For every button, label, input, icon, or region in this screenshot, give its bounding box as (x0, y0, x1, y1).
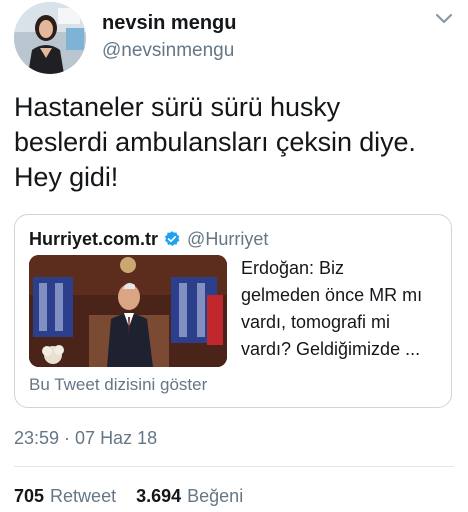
verified-badge-icon (164, 231, 180, 246)
divider (14, 466, 454, 467)
tweet-header: nevsin mengu @nevsinmengu (14, 0, 454, 80)
likes-count: 3.694 (136, 486, 182, 506)
quoted-text-line: Erdoğan: Biz (241, 258, 345, 278)
author-handle[interactable]: @nevsinmengu (102, 40, 234, 62)
avatar[interactable] (14, 2, 86, 74)
retweets-stat[interactable]: 705 Retweet (14, 486, 116, 507)
retweets-count: 705 (14, 486, 45, 506)
tweet-line: beslerdi ambulansları çeksin diye. (14, 127, 416, 157)
retweets-label: Retweet (50, 486, 117, 506)
tweet-text: Hastaneler sürü sürü husky beslerdi ambu… (14, 90, 454, 195)
quoted-text-line: vardı? Geldiğimizde ... (241, 339, 421, 359)
likes-label: Beğeni (187, 486, 244, 506)
quoted-text-line: gelmeden önce MR mı (241, 285, 423, 305)
likes-stat[interactable]: 3.694 Beğeni (136, 486, 243, 507)
quoted-tweet-text: Erdoğan: Biz gelmeden önce MR mı vardı, … (241, 255, 441, 363)
show-thread-link[interactable]: Bu Tweet dizisini göster (29, 375, 207, 395)
news-photo-icon (29, 255, 227, 367)
tweet-line: Hastaneler sürü sürü husky (14, 92, 341, 122)
quoted-tweet-card[interactable]: Hurriyet.com.tr @Hurriyet Erdoğan: Biz g… (14, 214, 452, 408)
quoted-tweet-image[interactable] (29, 255, 227, 367)
tweet-line: Hey gidi! (14, 162, 119, 192)
tweet-timestamp[interactable]: 23:59 · 07 Haz 18 (14, 428, 157, 449)
quoted-author-handle: @Hurriyet (187, 228, 269, 249)
author-name[interactable]: nevsin mengu (102, 12, 236, 35)
quoted-text-line: vardı, tomografi mi (241, 312, 391, 332)
profile-photo-icon (14, 2, 86, 74)
engagement-stats: 705 Retweet 3.694 Beğeni (14, 486, 263, 507)
chevron-down-icon[interactable] (434, 12, 454, 26)
quoted-author-name: Hurriyet.com.tr (29, 228, 159, 249)
quoted-tweet-header: Hurriyet.com.tr @Hurriyet (29, 227, 268, 251)
